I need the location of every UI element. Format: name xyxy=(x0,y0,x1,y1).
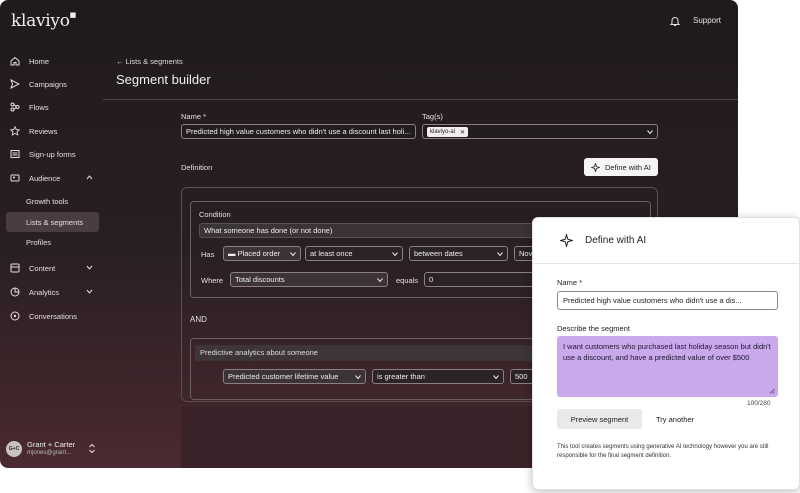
describe-text: I want customers who purchased last holi… xyxy=(563,342,771,362)
predictive-metric-label: Predicted customer lifetime value xyxy=(228,372,339,381)
chevron-updown-icon xyxy=(89,443,95,454)
sidebar-item-campaigns[interactable]: Campaigns xyxy=(6,74,99,94)
sidebar-item-flows[interactable]: Flows xyxy=(6,97,99,117)
try-another-button[interactable]: Try another xyxy=(656,415,694,424)
property-value-field[interactable]: 0 xyxy=(424,272,539,287)
sidebar-item-label: Content xyxy=(29,263,56,273)
sidebar-item-label: Campaigns xyxy=(29,79,67,89)
operator-label: equals xyxy=(396,276,419,285)
breadcrumb[interactable]: ← Lists & segments xyxy=(116,57,183,66)
sidebar-item-label: Conversations xyxy=(29,311,77,321)
star-icon xyxy=(10,126,20,136)
property-select[interactable]: Total discounts xyxy=(230,272,388,287)
describe-label: Describe the segment xyxy=(557,324,630,333)
sidebar-item-label: Home xyxy=(29,56,50,66)
sidebar-item-analytics[interactable]: Analytics xyxy=(6,282,99,302)
close-icon[interactable]: ✕ xyxy=(460,129,465,136)
resize-handle-icon[interactable] xyxy=(769,388,775,394)
account-email: mjones@grant... xyxy=(27,450,72,456)
predictive-operator-label: is greater than xyxy=(377,372,425,381)
define-with-ai-button[interactable]: Define with AI xyxy=(584,158,658,176)
tags-label: Tag(s) xyxy=(422,112,443,121)
bell-icon[interactable] xyxy=(669,15,681,27)
sparkle-icon xyxy=(591,162,600,172)
has-label: Has xyxy=(201,250,215,259)
and-label: AND xyxy=(190,315,207,324)
definition-label: Definition xyxy=(181,163,213,172)
account-switcher[interactable]: G+C Grant + Carter mjones@grant... xyxy=(6,438,99,460)
ai-name-label: Name * xyxy=(557,278,583,287)
sidebar-item-label: Analytics xyxy=(29,287,60,297)
frequency-label: at least once xyxy=(310,249,353,258)
predictive-operator-select[interactable]: is greater than xyxy=(372,369,504,384)
chevron-up-icon xyxy=(86,175,93,180)
predictive-type-select[interactable]: Predictive analytics about someone xyxy=(195,345,540,361)
chevron-down-icon xyxy=(377,278,383,283)
top-bar: klaviyo■ Support xyxy=(0,0,738,42)
form-icon xyxy=(10,150,20,158)
chevron-down-icon xyxy=(355,375,361,380)
sidebar-item-home[interactable]: Home xyxy=(6,51,99,71)
sidebar-item-label: Sign-up forms xyxy=(29,149,76,159)
describe-textarea[interactable]: I want customers who purchased last holi… xyxy=(557,336,778,397)
sidebar-item-audience[interactable]: Audience xyxy=(6,168,99,188)
chevron-down-icon xyxy=(86,289,93,294)
character-counter: 100/280 xyxy=(747,400,771,407)
tags-select[interactable]: klaviyo-ai ✕ xyxy=(422,124,658,139)
chevron-down-icon xyxy=(497,252,503,257)
ai-name-field[interactable]: Predicted high value customers who didn'… xyxy=(557,291,778,310)
sparkle-icon xyxy=(560,234,573,247)
sidebar-item-reviews[interactable]: Reviews xyxy=(6,121,99,141)
name-label: Name * xyxy=(181,112,207,121)
page-title: Segment builder xyxy=(116,72,211,87)
chat-icon xyxy=(10,311,20,321)
send-icon xyxy=(10,79,20,89)
sidebar-item-label: Audience xyxy=(29,173,61,183)
support-link[interactable]: Support xyxy=(693,16,721,25)
content-icon xyxy=(10,263,20,273)
chevron-down-icon xyxy=(86,265,93,270)
chevron-down-icon xyxy=(647,130,653,135)
sidebar-item-conversations[interactable]: Conversations xyxy=(6,306,99,326)
tag-chip[interactable]: klaviyo-ai ✕ xyxy=(427,127,469,137)
chevron-down-icon xyxy=(493,375,499,380)
sidebar: Home Campaigns Flows Reviews Sign-up for… xyxy=(0,48,103,468)
avatar: G+C xyxy=(6,441,22,457)
klaviyo-logo[interactable]: klaviyo■ xyxy=(11,11,76,31)
home-icon xyxy=(10,56,20,66)
header-divider xyxy=(103,99,738,100)
ai-panel-header: Define with AI xyxy=(533,218,800,264)
message-icon: ▬ xyxy=(228,249,236,258)
define-ai-label: Define with AI xyxy=(605,162,651,172)
metric-select[interactable]: ▬ Placed order xyxy=(223,246,301,261)
tag-chip-label: klaviyo-ai xyxy=(430,129,456,135)
ai-panel-title: Define with AI xyxy=(585,235,647,246)
sidebar-item-label: Reviews xyxy=(29,126,58,136)
sidebar-item-lists-segments[interactable]: Lists & segments xyxy=(6,212,99,232)
chevron-down-icon xyxy=(290,252,296,257)
people-icon xyxy=(10,174,20,182)
timeframe-select[interactable]: between dates xyxy=(409,246,508,261)
condition-label: Condition xyxy=(199,210,231,219)
condition-type-select[interactable]: What someone has done (or not done) xyxy=(199,223,539,238)
where-label: Where xyxy=(201,276,224,285)
name-field[interactable]: Predicted high value customers who didn'… xyxy=(181,124,416,139)
flows-icon xyxy=(10,102,20,112)
timeframe-label: between dates xyxy=(414,249,463,258)
frequency-select[interactable]: at least once xyxy=(305,246,403,261)
predictive-metric-select[interactable]: Predicted customer lifetime value xyxy=(223,369,366,384)
sidebar-item-signup-forms[interactable]: Sign-up forms xyxy=(6,144,99,164)
account-name: Grant + Carter xyxy=(27,440,76,449)
sidebar-item-label: Flows xyxy=(29,102,49,112)
chevron-down-icon xyxy=(392,252,398,257)
preview-segment-button[interactable]: Preview segment xyxy=(557,409,642,429)
property-label: Total discounts xyxy=(235,275,285,284)
metric-label: Placed order xyxy=(237,249,281,258)
sidebar-item-growth-tools[interactable]: Growth tools xyxy=(6,191,99,211)
ai-disclaimer: This tool creates segments using generat… xyxy=(557,444,769,459)
analytics-icon xyxy=(10,287,20,297)
sidebar-item-content[interactable]: Content xyxy=(6,258,99,278)
define-with-ai-panel: Define with AI Name * Predicted high val… xyxy=(532,217,800,490)
sidebar-item-profiles[interactable]: Profiles xyxy=(6,232,99,252)
